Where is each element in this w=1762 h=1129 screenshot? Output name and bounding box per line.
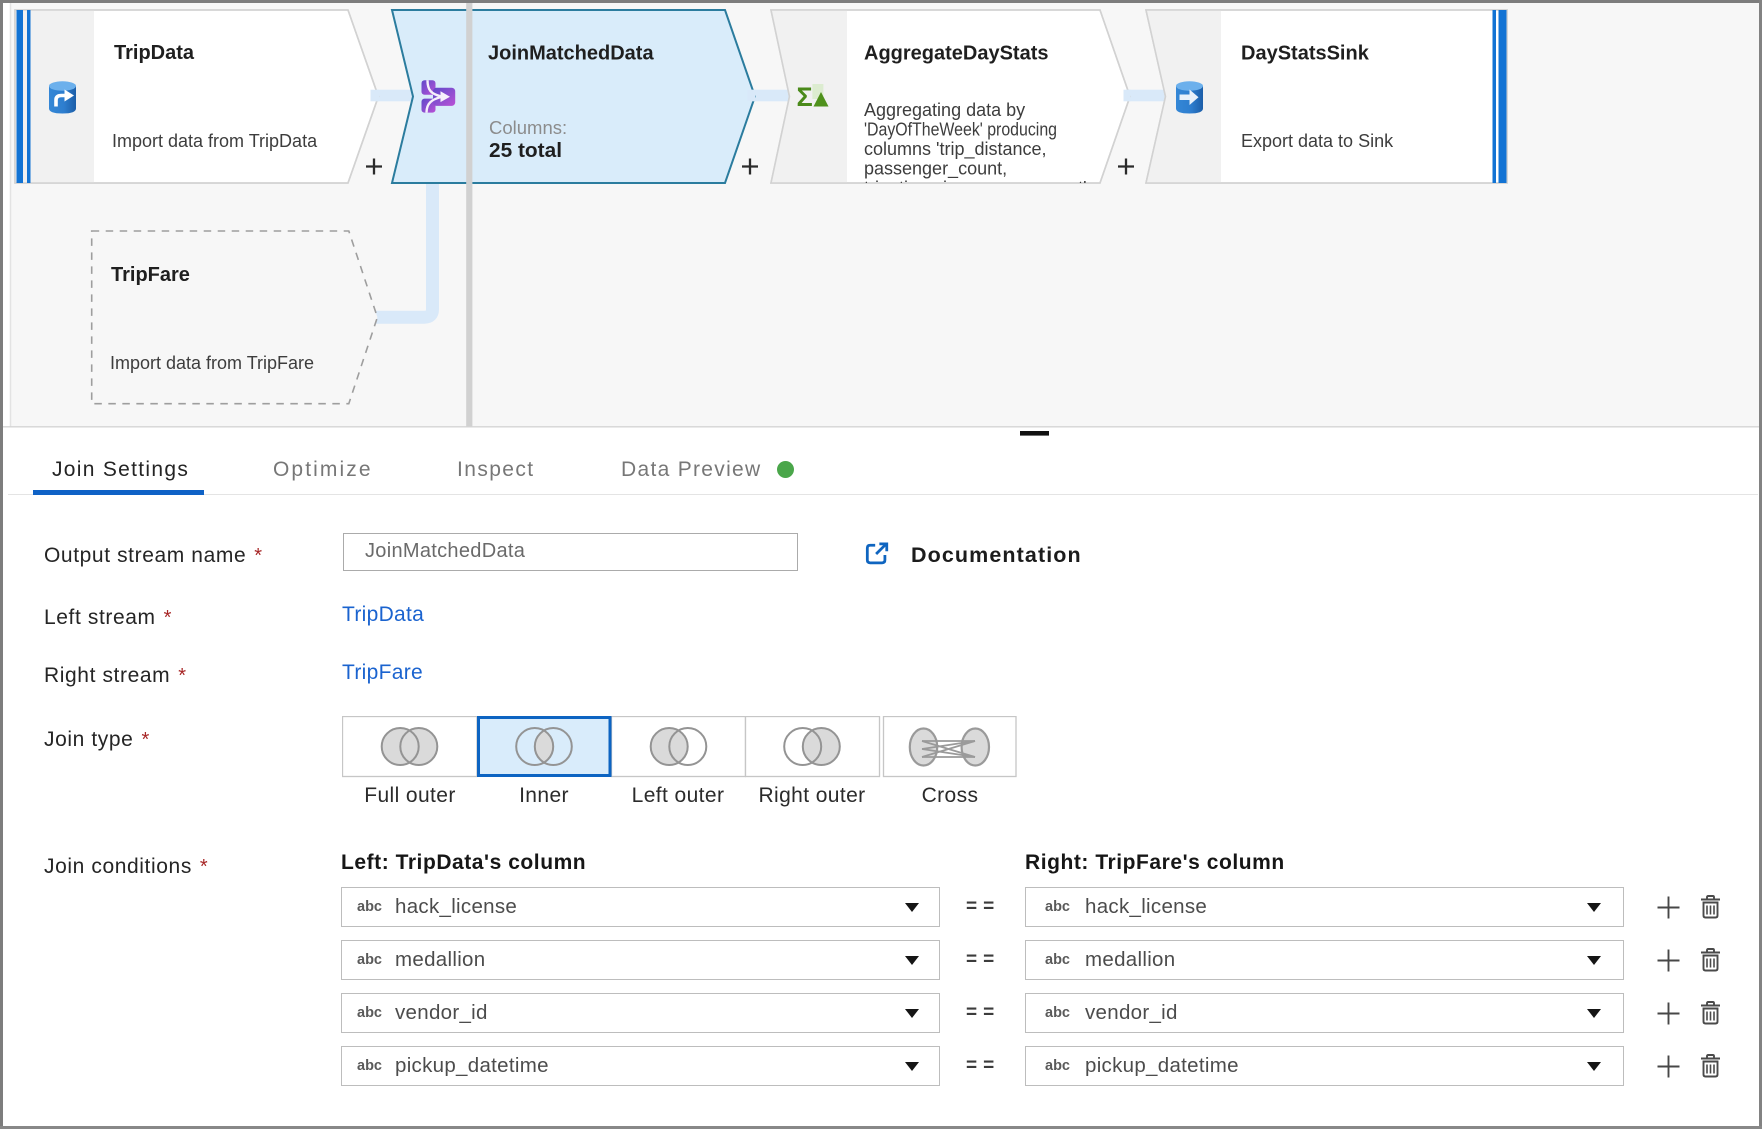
svg-text:Columns:: Columns:: [489, 117, 567, 138]
svg-text:columns 'trip_distance,: columns 'trip_distance,: [864, 139, 1047, 160]
svg-text:'DayOfTheWeek' producing: 'DayOfTheWeek' producing: [864, 120, 1057, 140]
svg-text:25 total: 25 total: [489, 140, 562, 162]
svg-text:Σ: Σ: [797, 82, 813, 112]
svg-text:Import data from TripFare: Import data from TripFare: [110, 353, 314, 373]
svg-text:DayStatsSink: DayStatsSink: [1241, 43, 1370, 65]
svg-text:Aggregating data by: Aggregating data by: [864, 100, 1025, 120]
svg-text:AggregateDayStats: AggregateDayStats: [864, 43, 1049, 65]
svg-text:TripData: TripData: [114, 42, 195, 64]
svg-text:JoinMatchedData: JoinMatchedData: [488, 43, 654, 65]
svg-text:Export data to Sink: Export data to Sink: [1241, 131, 1394, 151]
svg-text:TripFare: TripFare: [111, 264, 190, 286]
svg-text:Import data from TripData: Import data from TripData: [112, 131, 318, 151]
svg-text:passenger_count,: passenger_count,: [864, 159, 1007, 180]
